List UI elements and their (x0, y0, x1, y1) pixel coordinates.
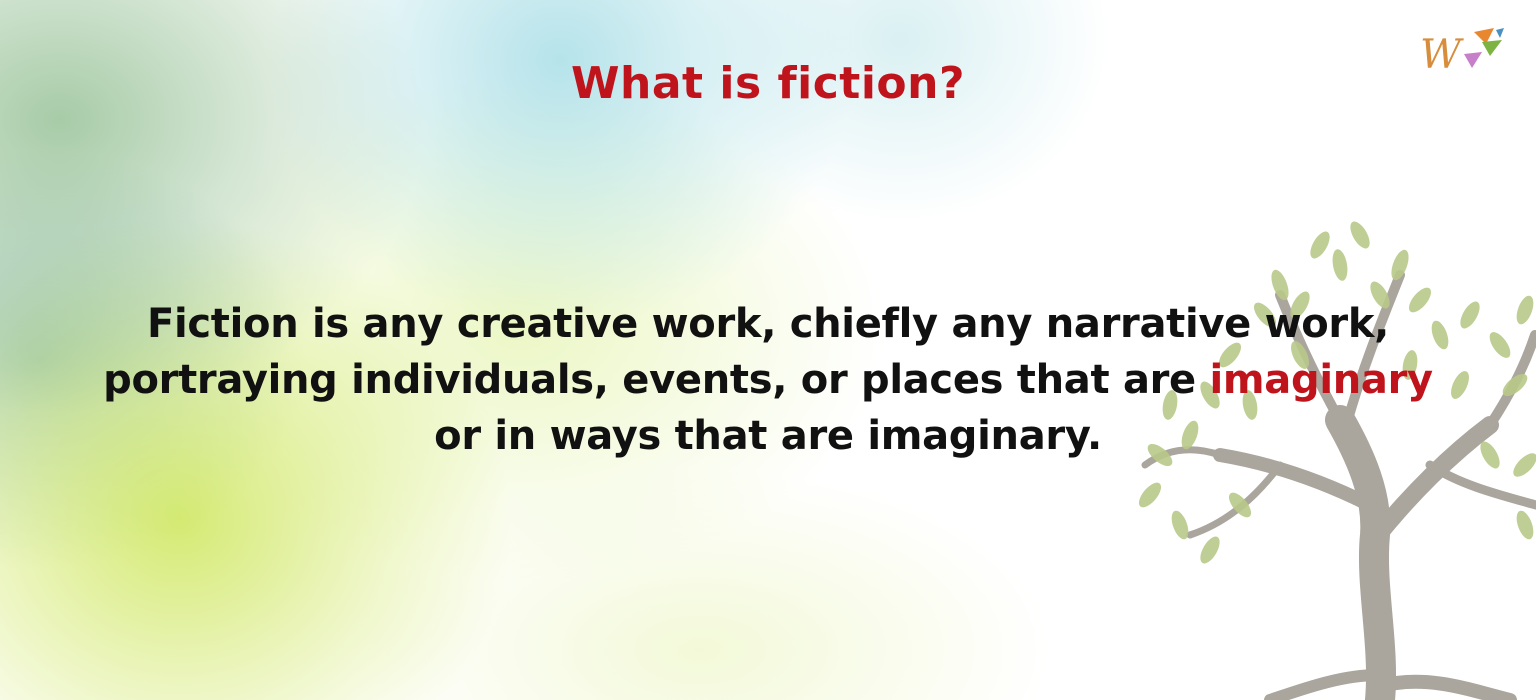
definition-line-3: or in ways that are imaginary. (434, 413, 1102, 459)
slide-title: What is fiction? (571, 58, 965, 109)
definition-text: Fiction is any creative work, chiefly an… (40, 296, 1496, 464)
definition-line-2: portraying individuals, events, or place… (103, 357, 1210, 403)
definition-line-1: Fiction is any creative work, chiefly an… (146, 301, 1390, 347)
highlight-word: imaginary (1209, 357, 1434, 403)
